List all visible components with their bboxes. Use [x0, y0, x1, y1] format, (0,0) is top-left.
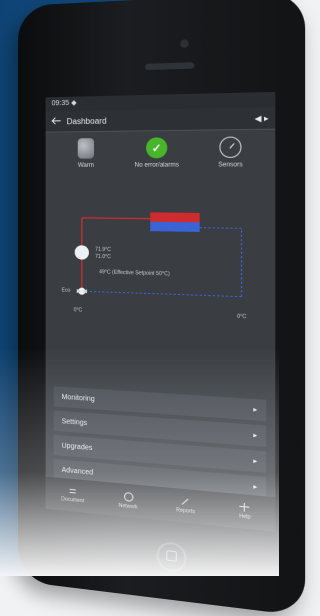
- menu-item-label: Advanced: [61, 466, 94, 477]
- nav-label: Network: [118, 502, 138, 511]
- gauge-icon: [219, 136, 242, 158]
- temp-label-2: 71.0°C: [95, 253, 111, 261]
- nav-label: Reports: [176, 507, 196, 516]
- pen-icon: [180, 497, 191, 506]
- right-temp-label: 0°C: [237, 313, 247, 321]
- status-tile-warm[interactable]: Warm: [56, 138, 117, 196]
- chevron-right-icon: ▸: [253, 457, 258, 466]
- nav-label: Document: [61, 496, 85, 505]
- status-time: 09:35 ◆: [51, 99, 77, 108]
- menu-item-label: Settings: [61, 417, 88, 427]
- nav-label: Help: [239, 513, 251, 521]
- plus-icon: [239, 503, 250, 513]
- header-left: Dashboard: [52, 115, 107, 126]
- return-riser: [200, 228, 242, 297]
- back-icon[interactable]: [52, 116, 62, 126]
- phone-device: 09:35 ◆ Dashboard ◀ ▸ Warm ✓ No error/al…: [18, 0, 306, 616]
- diagram-svg: [74, 212, 264, 368]
- check-icon: ✓: [146, 137, 168, 159]
- boiler-icon: [77, 138, 95, 159]
- menu-item-label: Monitoring: [61, 393, 95, 403]
- document-icon: [68, 487, 78, 496]
- chevron-right-icon: ▸: [253, 406, 258, 415]
- left-temp-label: 0°C: [73, 307, 83, 314]
- sensor-node: [74, 245, 89, 260]
- nav-document[interactable]: Document: [53, 485, 93, 505]
- chevron-right-icon: ▸: [253, 432, 258, 440]
- app-header: Dashboard ◀ ▸: [45, 107, 276, 133]
- temp-label-1: 71.9°C: [95, 246, 111, 254]
- nav-network[interactable]: Network: [107, 490, 149, 512]
- network-icon: [123, 491, 133, 502]
- status-tile-sensors[interactable]: Sensors: [197, 136, 264, 196]
- status-tiles: Warm ✓ No error/alarms Sensors: [46, 130, 276, 201]
- header-right-text: ◀ ▸: [254, 113, 269, 123]
- return-pipe: [82, 291, 242, 296]
- tile-label: Sensors: [218, 162, 243, 169]
- supply-pipe: [82, 218, 150, 219]
- nav-help[interactable]: Help: [223, 501, 268, 522]
- nav-reports[interactable]: Reports: [164, 496, 207, 517]
- tile-label: No error/alarms: [134, 162, 179, 169]
- home-button[interactable]: [156, 540, 187, 574]
- page-title: Dashboard: [66, 115, 107, 126]
- speaker-grille: [144, 62, 195, 71]
- cold-tank-section: [150, 221, 200, 232]
- menu-item-label: Upgrades: [61, 441, 93, 452]
- hot-tank-section: [150, 212, 200, 223]
- camera-icon: [180, 39, 189, 48]
- app-screen: 09:35 ◆ Dashboard ◀ ▸ Warm ✓ No error/al…: [45, 91, 276, 532]
- tile-label: Warm: [77, 162, 94, 169]
- system-diagram: 71.9°C 71.0°C 49°C (Effective Setpoint 5…: [56, 207, 264, 368]
- eco-label: Eco: [61, 287, 71, 294]
- chevron-right-icon: ▸: [253, 483, 258, 492]
- status-tile-alarms[interactable]: ✓ No error/alarms: [125, 137, 189, 196]
